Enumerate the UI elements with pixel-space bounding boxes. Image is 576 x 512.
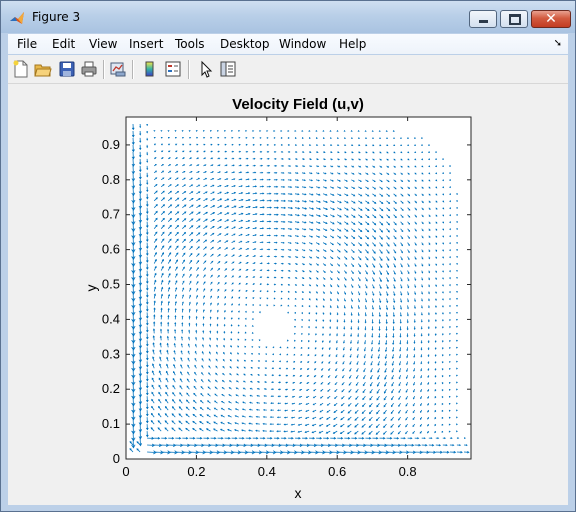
toolbar-separator xyxy=(188,60,190,79)
x-tick-label: 0.8 xyxy=(399,464,417,479)
maximize-icon xyxy=(509,14,521,25)
matlab-logo-icon xyxy=(10,12,24,24)
menu-view[interactable]: View xyxy=(89,37,117,51)
print-icon[interactable] xyxy=(80,60,98,78)
y-tick-label: 0.5 xyxy=(102,277,120,292)
y-tick-label: 0.3 xyxy=(102,346,120,361)
insert-colorbar-icon[interactable] xyxy=(141,60,159,78)
x-tick-label: 0.4 xyxy=(258,464,276,479)
figure-toolbar xyxy=(8,55,568,84)
menu-edit[interactable]: Edit xyxy=(52,37,75,51)
x-axis-label: x xyxy=(295,485,302,501)
edit-plot-icon[interactable] xyxy=(197,60,215,78)
menu-file[interactable]: File xyxy=(17,37,37,51)
menu-insert[interactable]: Insert xyxy=(129,37,163,51)
chart-title: Velocity Field (u,v) xyxy=(232,96,364,113)
new-figure-icon[interactable] xyxy=(12,60,30,78)
y-tick-label: 0.7 xyxy=(102,207,120,222)
toolbar-separator xyxy=(103,60,105,79)
y-tick-label: 0.6 xyxy=(102,242,120,257)
y-tick-label: 0.9 xyxy=(102,137,120,152)
x-tick-label: 0 xyxy=(122,464,129,479)
y-axis-label: y xyxy=(83,285,99,292)
menu-desktop[interactable]: Desktop xyxy=(220,37,270,51)
save-icon[interactable] xyxy=(58,60,76,78)
y-tick-label: 0 xyxy=(113,451,120,466)
figure-window: Figure 3 ✕ File Edit View Insert Tools D… xyxy=(0,0,576,512)
property-editor-icon[interactable] xyxy=(219,60,237,78)
minimize-icon xyxy=(479,20,488,23)
toolbar-separator xyxy=(132,60,134,79)
axes-box xyxy=(125,116,472,460)
y-tick-label: 0.4 xyxy=(102,311,120,326)
maximize-button[interactable] xyxy=(500,10,528,28)
minimize-button[interactable] xyxy=(469,10,497,28)
quiver-plot[interactable]: Velocity Field (u,v) 0 0.2 0.4 0.6 0.8 0 0.1 0… xyxy=(8,84,568,505)
menu-overflow-arrow-icon[interactable]: ➘ xyxy=(554,38,562,49)
title-bar[interactable]: Figure 3 ✕ xyxy=(1,1,575,33)
link-plot-icon[interactable] xyxy=(109,60,127,78)
x-tick-label: 0.2 xyxy=(187,464,205,479)
y-tick-label: 0.8 xyxy=(102,172,120,187)
window-title: Figure 3 xyxy=(32,10,81,24)
menu-tools[interactable]: Tools xyxy=(175,37,205,51)
close-icon: ✕ xyxy=(545,11,557,27)
menu-help[interactable]: Help xyxy=(339,37,366,51)
close-button[interactable]: ✕ xyxy=(531,10,571,28)
figure-canvas[interactable]: Velocity Field (u,v) 0 0.2 0.4 0.6 0.8 0 0.1 0… xyxy=(8,84,568,505)
menu-window[interactable]: Window xyxy=(279,37,326,51)
x-tick-label: 0.6 xyxy=(328,464,346,479)
y-tick-label: 0.2 xyxy=(102,381,120,396)
open-file-icon[interactable] xyxy=(34,60,52,78)
menu-bar: File Edit View Insert Tools Desktop Wind… xyxy=(8,34,568,54)
insert-legend-icon[interactable] xyxy=(164,60,182,78)
y-tick-label: 0.1 xyxy=(102,416,120,431)
